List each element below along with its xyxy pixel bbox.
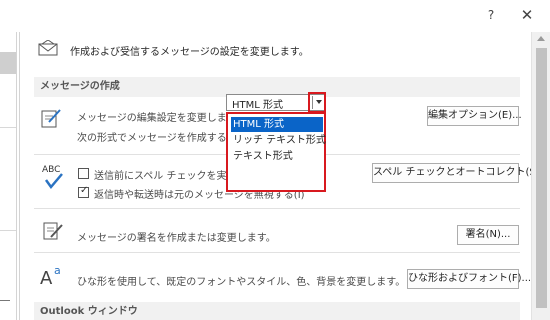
vertical-scrollbar[interactable] <box>531 32 550 320</box>
title-bar: ? ✕ <box>0 0 550 30</box>
signatures-button[interactable]: 署名(N)... <box>457 225 519 245</box>
spellcheck-before-send-checkbox[interactable] <box>78 168 89 179</box>
svg-text:A: A <box>40 268 53 288</box>
category-list[interactable] <box>0 32 17 320</box>
category-divider <box>0 127 16 128</box>
compose-format-label: 次の形式でメッセージを作成する(C): <box>77 133 245 144</box>
scroll-thumb[interactable] <box>536 48 547 308</box>
message-format-dropdown[interactable]: HTML 形式 リッチ テキスト形式 テキスト形式 <box>226 112 326 192</box>
separator <box>34 208 520 209</box>
format-option-html[interactable]: HTML 形式 <box>231 117 323 132</box>
format-option-plain-text[interactable]: テキスト形式 <box>231 149 323 164</box>
signature-pencil-icon <box>43 222 63 240</box>
category-marker <box>0 300 10 301</box>
svg-text:ABC: ABC <box>42 165 60 175</box>
compose-edit-text: メッセージの編集設定を変更します。 <box>77 113 246 124</box>
font-aa-icon: A a <box>40 264 61 288</box>
pencil-page-icon <box>41 109 61 128</box>
envelope-icon <box>38 40 58 56</box>
svg-text:a: a <box>54 264 61 277</box>
category-divider <box>0 230 16 231</box>
format-option-rich-text[interactable]: リッチ テキスト形式 <box>231 133 326 148</box>
intro-text: 作成および受信するメッセージの設定を変更します。 <box>70 47 309 58</box>
abc-check-icon: ABC <box>42 165 63 190</box>
editor-options-button[interactable]: 編集オプション(E)... <box>427 106 522 126</box>
separator <box>34 252 520 253</box>
checkmark-icon: ✓ <box>80 185 89 196</box>
spelling-autocorrect-button[interactable]: スペル チェックとオートコレクト(S)... <box>372 163 531 183</box>
category-item-mail[interactable] <box>0 52 16 74</box>
signatures-text: メッセージの署名を作成または変更します。 <box>77 233 276 244</box>
section-heading-outlook-pane: Outlook ウィンドウ <box>34 302 520 320</box>
message-format-value: HTML 形式 <box>232 100 284 111</box>
highlight-box-arrow <box>308 92 326 113</box>
help-button[interactable]: ? <box>480 5 502 25</box>
stationery-fonts-button[interactable]: ひな形およびフォント(F)... <box>407 269 531 289</box>
close-button[interactable]: ✕ <box>516 5 538 25</box>
ignore-original-checkbox[interactable]: ✓ <box>78 185 89 198</box>
scroll-up-arrow-icon[interactable] <box>537 36 545 41</box>
stationery-text: ひな形を使用して、既定のフォントやスタイル、色、背景を変更します。 <box>77 277 406 288</box>
